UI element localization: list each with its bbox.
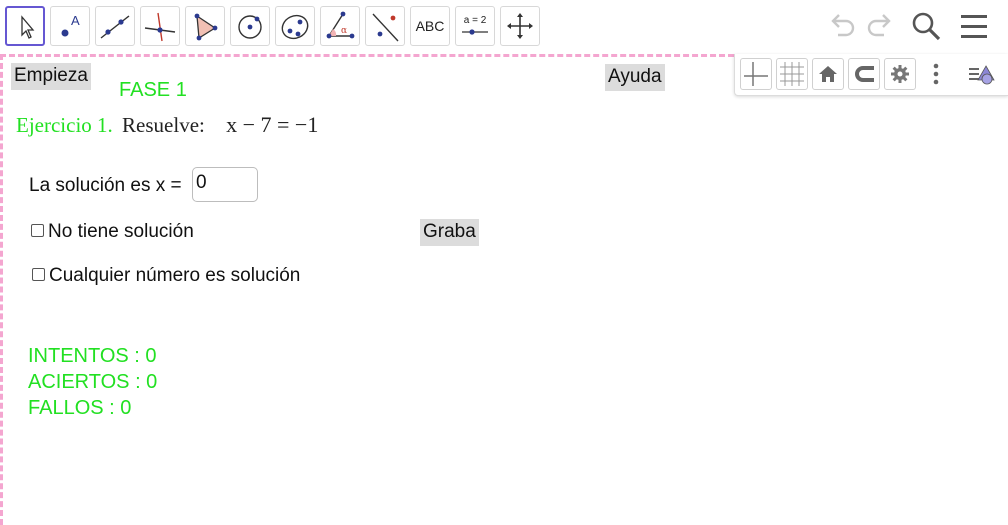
intentos-counter: INTENTOS : 0 [28,345,157,367]
main-menu-button[interactable] [956,6,992,46]
exercise-label: Ejercicio 1. [16,113,113,137]
point-tool-button[interactable]: A [50,6,90,46]
angle-tool-button[interactable]: α [320,6,360,46]
toolbar: A α ABC a = 2 [0,0,1008,54]
answer-label: La solución es x = [29,175,182,196]
angle-icon-label: α [341,26,347,36]
move-graphics-view-icon [507,13,533,39]
no-solution-label[interactable]: No tiene solución [48,221,194,243]
point-icon-label: A [71,13,80,28]
ellipse-tool-button[interactable] [275,6,315,46]
more-options-button[interactable] [920,58,952,90]
show-axes-button[interactable] [740,58,772,90]
home-icon [819,66,837,82]
phase-label: FASE 1 [119,79,187,101]
move-tool-button[interactable] [5,6,45,46]
redo-icon [867,14,891,37]
gear-icon [891,65,909,83]
menu-icon [961,15,987,38]
answer-input[interactable]: 0 [192,167,258,202]
any-number-label[interactable]: Cualquier número es solución [49,265,300,287]
slider-icon: a = 2 [462,15,488,35]
graphics-view-top-border [0,54,734,57]
show-grid-button[interactable] [776,58,808,90]
redo-button[interactable] [862,6,898,46]
any-number-checkbox[interactable] [32,268,45,281]
line-tool-button[interactable] [95,6,135,46]
settings-button[interactable] [884,58,916,90]
ayuda-button[interactable]: Ayuda [605,64,665,91]
exercise-equation: x − 7 = −1 [226,112,319,137]
graphics-view-left-border [0,54,3,525]
move-view-tool-button[interactable] [500,6,540,46]
search-button[interactable] [908,6,944,46]
magnet-icon [855,66,874,82]
toggle-style-bar-button[interactable] [967,58,999,90]
graphics-view[interactable]: Empieza Ayuda Graba FASE 1 Ejercicio 1. … [0,54,1008,525]
exercise-statement: Ejercicio 1. Resuelve: x − 7 = −1 [16,112,318,138]
reflect-tool-button[interactable] [365,6,405,46]
no-solution-checkbox[interactable] [31,224,44,237]
axes-icon [744,62,768,86]
angle-icon: α [326,11,355,39]
text-tool-button[interactable]: ABC [410,6,450,46]
slider-tool-button[interactable]: a = 2 [455,6,495,46]
grid-icon [780,62,804,86]
text-icon: ABC [415,18,445,34]
move-arrow-icon [21,15,35,39]
circle-center-point-icon [238,15,262,39]
toggle-stylebar-icon [969,65,995,85]
graba-button[interactable]: Graba [420,219,479,246]
search-icon [912,12,941,41]
undo-icon [831,14,855,37]
style-bar [734,54,1008,96]
slider-icon-label: a = 2 [464,15,487,26]
perpendicular-tool-button[interactable] [140,6,180,46]
polygon-icon [194,13,218,41]
point-capturing-button[interactable] [848,58,880,90]
undo-button[interactable] [824,6,860,46]
point-icon: A [61,13,80,37]
perpendicular-line-icon [144,12,176,42]
ellipse-icon [281,14,309,40]
reflect-icon [372,13,399,42]
empieza-button[interactable]: Empieza [11,63,91,90]
fallos-counter: FALLOS : 0 [28,397,132,419]
standard-view-button[interactable] [812,58,844,90]
exercise-instruction: Resuelve: [122,113,205,137]
aciertos-counter: ACIERTOS : 0 [28,371,158,393]
line-icon [100,15,130,39]
more-vert-icon [933,63,939,85]
polygon-tool-button[interactable] [185,6,225,46]
circle-tool-button[interactable] [230,6,270,46]
